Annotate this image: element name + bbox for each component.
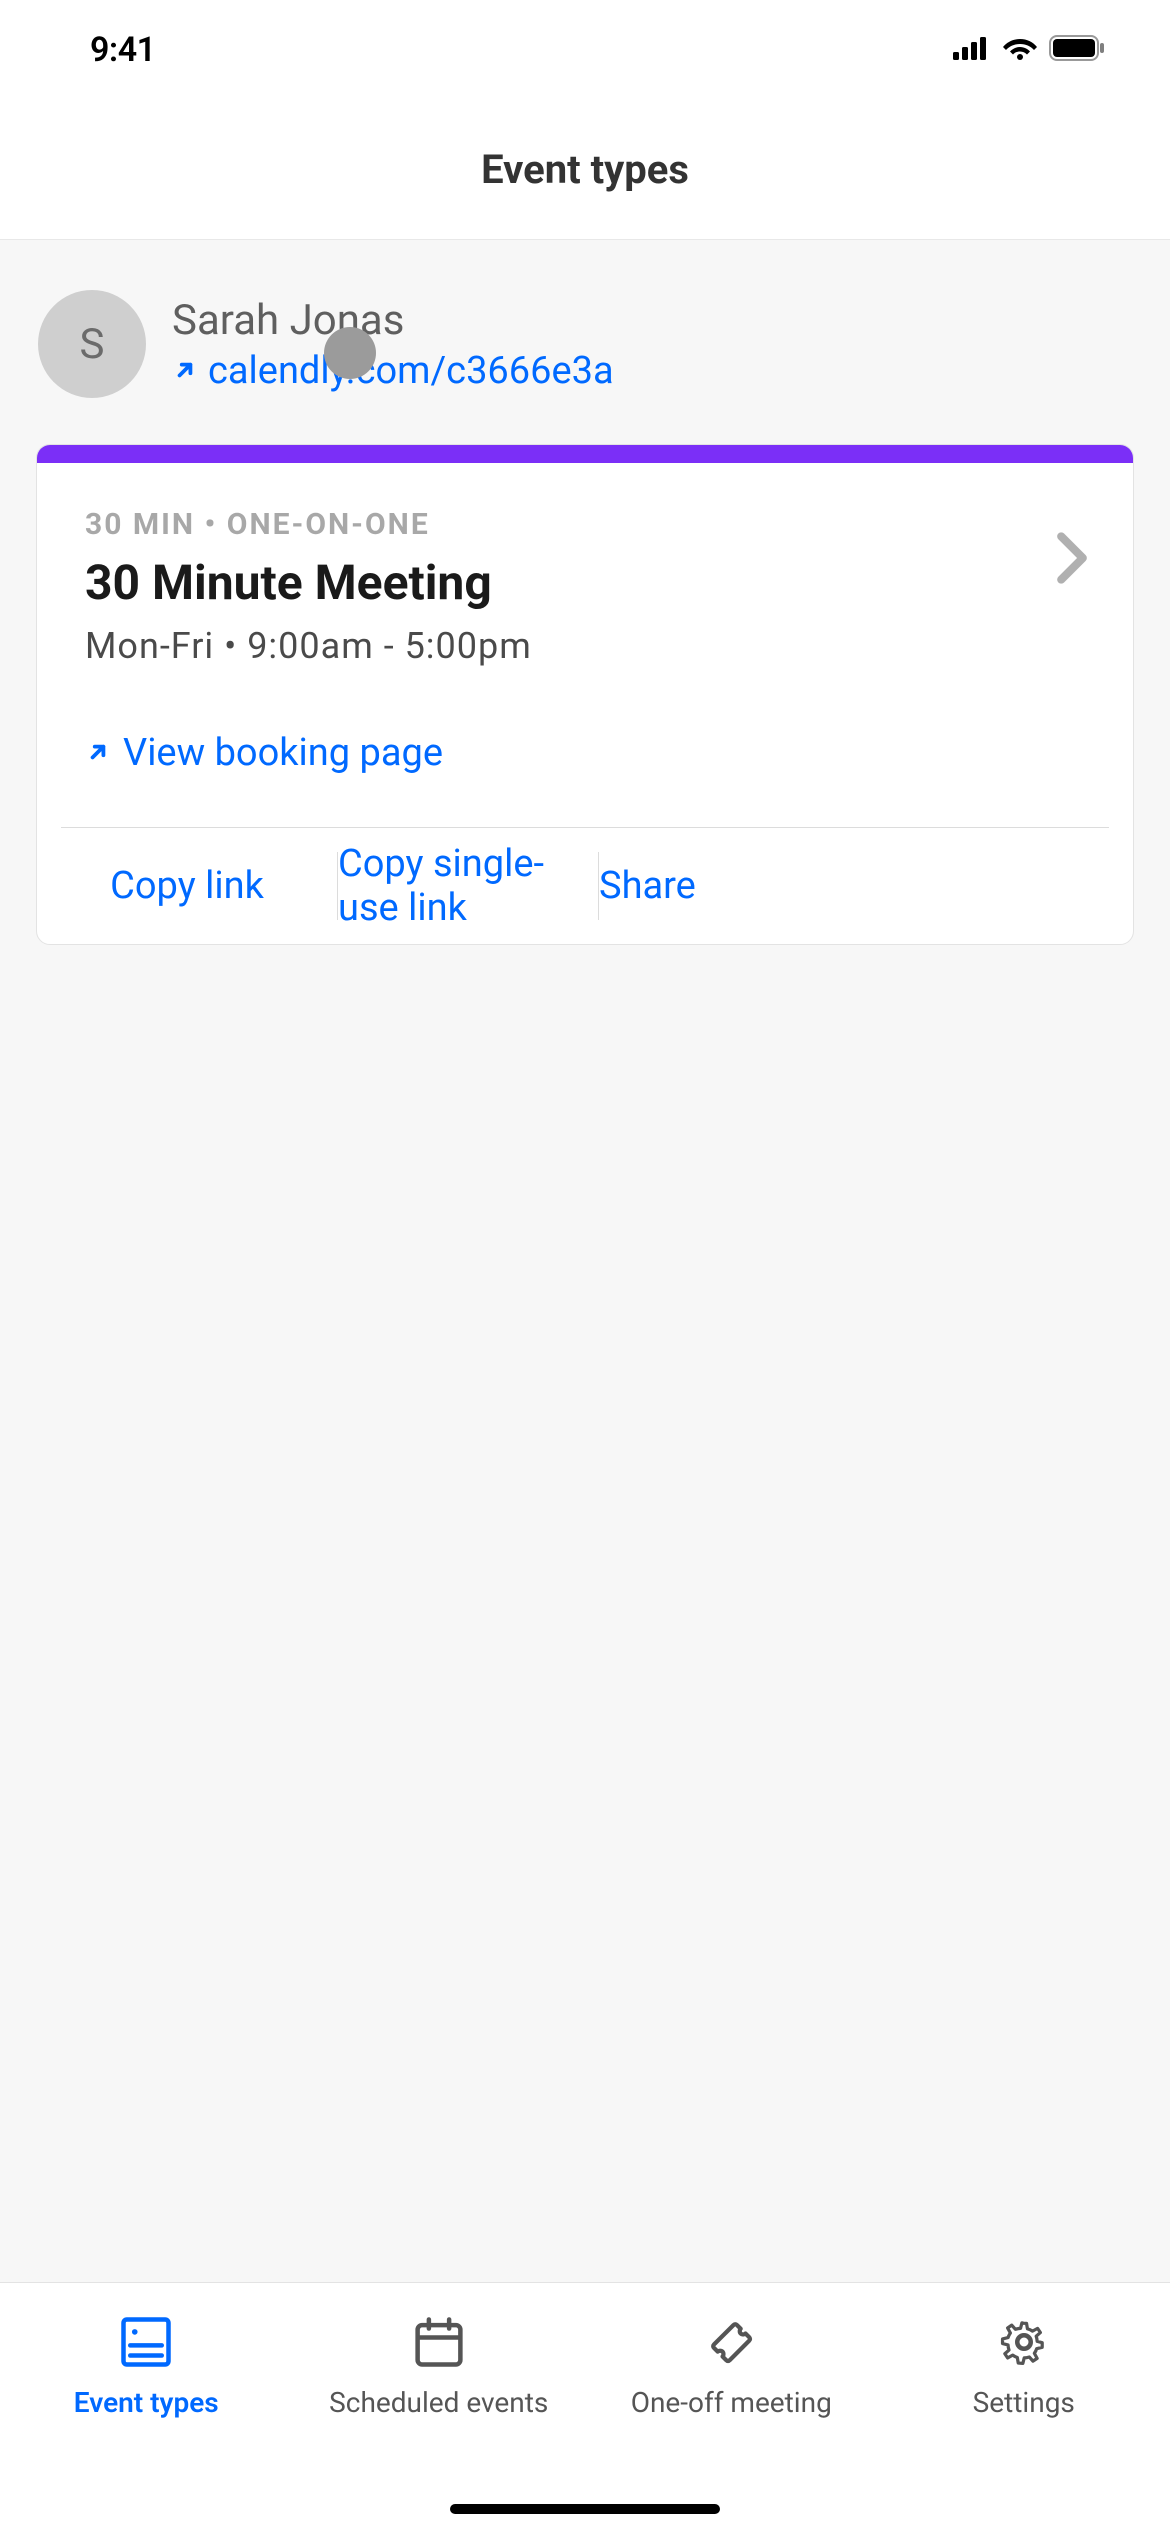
tab-bar: Event types Scheduled events One-off mee… bbox=[0, 2282, 1170, 2532]
event-color-stripe bbox=[37, 445, 1133, 463]
event-card-body: 30 MIN • ONE-ON-ONE 30 Minute Meeting Mo… bbox=[37, 463, 1133, 827]
avatar-initial: S bbox=[80, 320, 105, 369]
status-time: 9:41 bbox=[90, 30, 156, 70]
external-link-icon bbox=[85, 731, 111, 775]
event-types-icon bbox=[119, 2313, 173, 2371]
calendar-icon bbox=[412, 2313, 466, 2371]
tab-one-off-meeting[interactable]: One-off meeting bbox=[585, 2313, 878, 2421]
battery-icon bbox=[1049, 35, 1105, 65]
share-label: Share bbox=[599, 864, 696, 908]
copy-link-label: Copy link bbox=[110, 864, 264, 908]
profile-link[interactable]: calendly.com/c3666e3a bbox=[172, 349, 614, 393]
home-indicator[interactable] bbox=[450, 2504, 720, 2514]
touch-indicator bbox=[324, 327, 376, 379]
gear-icon bbox=[997, 2313, 1051, 2371]
signal-icon bbox=[953, 36, 991, 64]
status-icons bbox=[953, 35, 1105, 65]
copy-single-use-link-button[interactable]: Copy single-use link bbox=[338, 846, 598, 926]
tab-label: Settings bbox=[973, 2385, 1075, 2421]
tab-label: Event types bbox=[74, 2385, 219, 2421]
page-title: Event types bbox=[481, 146, 689, 193]
tab-settings[interactable]: Settings bbox=[878, 2313, 1170, 2421]
share-button[interactable]: Share bbox=[599, 846, 696, 926]
profile-info: Sarah Jonas calendly.com/c3666e3a bbox=[172, 296, 614, 393]
profile-link-text: calendly.com/c3666e3a bbox=[208, 349, 614, 393]
profile-name: Sarah Jonas bbox=[172, 296, 614, 345]
main-content: S Sarah Jonas calendly.com/c3666e3a 30 M… bbox=[0, 240, 1170, 2282]
event-title: 30 Minute Meeting bbox=[85, 554, 1085, 611]
ticket-icon bbox=[702, 2313, 760, 2371]
avatar[interactable]: S bbox=[38, 290, 146, 398]
event-schedule: Mon-Fri • 9:00am - 5:00pm bbox=[85, 625, 1085, 667]
profile-section: S Sarah Jonas calendly.com/c3666e3a bbox=[36, 290, 1134, 438]
event-meta: 30 MIN • ONE-ON-ONE bbox=[85, 507, 1085, 542]
tab-event-types[interactable]: Event types bbox=[0, 2313, 293, 2421]
tab-scheduled-events[interactable]: Scheduled events bbox=[293, 2313, 586, 2421]
header: Event types bbox=[0, 100, 1170, 240]
wifi-icon bbox=[1003, 36, 1037, 64]
event-card[interactable]: 30 MIN • ONE-ON-ONE 30 Minute Meeting Mo… bbox=[36, 444, 1134, 945]
external-link-icon bbox=[172, 349, 198, 393]
view-booking-label: View booking page bbox=[123, 731, 443, 775]
tab-label: Scheduled events bbox=[329, 2385, 548, 2421]
copy-link-button[interactable]: Copy link bbox=[37, 846, 337, 926]
event-actions: Copy link Copy single-use link Share bbox=[37, 828, 1133, 944]
status-bar: 9:41 bbox=[0, 0, 1170, 100]
view-booking-link[interactable]: View booking page bbox=[85, 731, 1085, 775]
chevron-right-icon bbox=[1055, 531, 1089, 589]
copy-single-use-label: Copy single-use link bbox=[338, 842, 598, 930]
tab-label: One-off meeting bbox=[631, 2385, 832, 2421]
